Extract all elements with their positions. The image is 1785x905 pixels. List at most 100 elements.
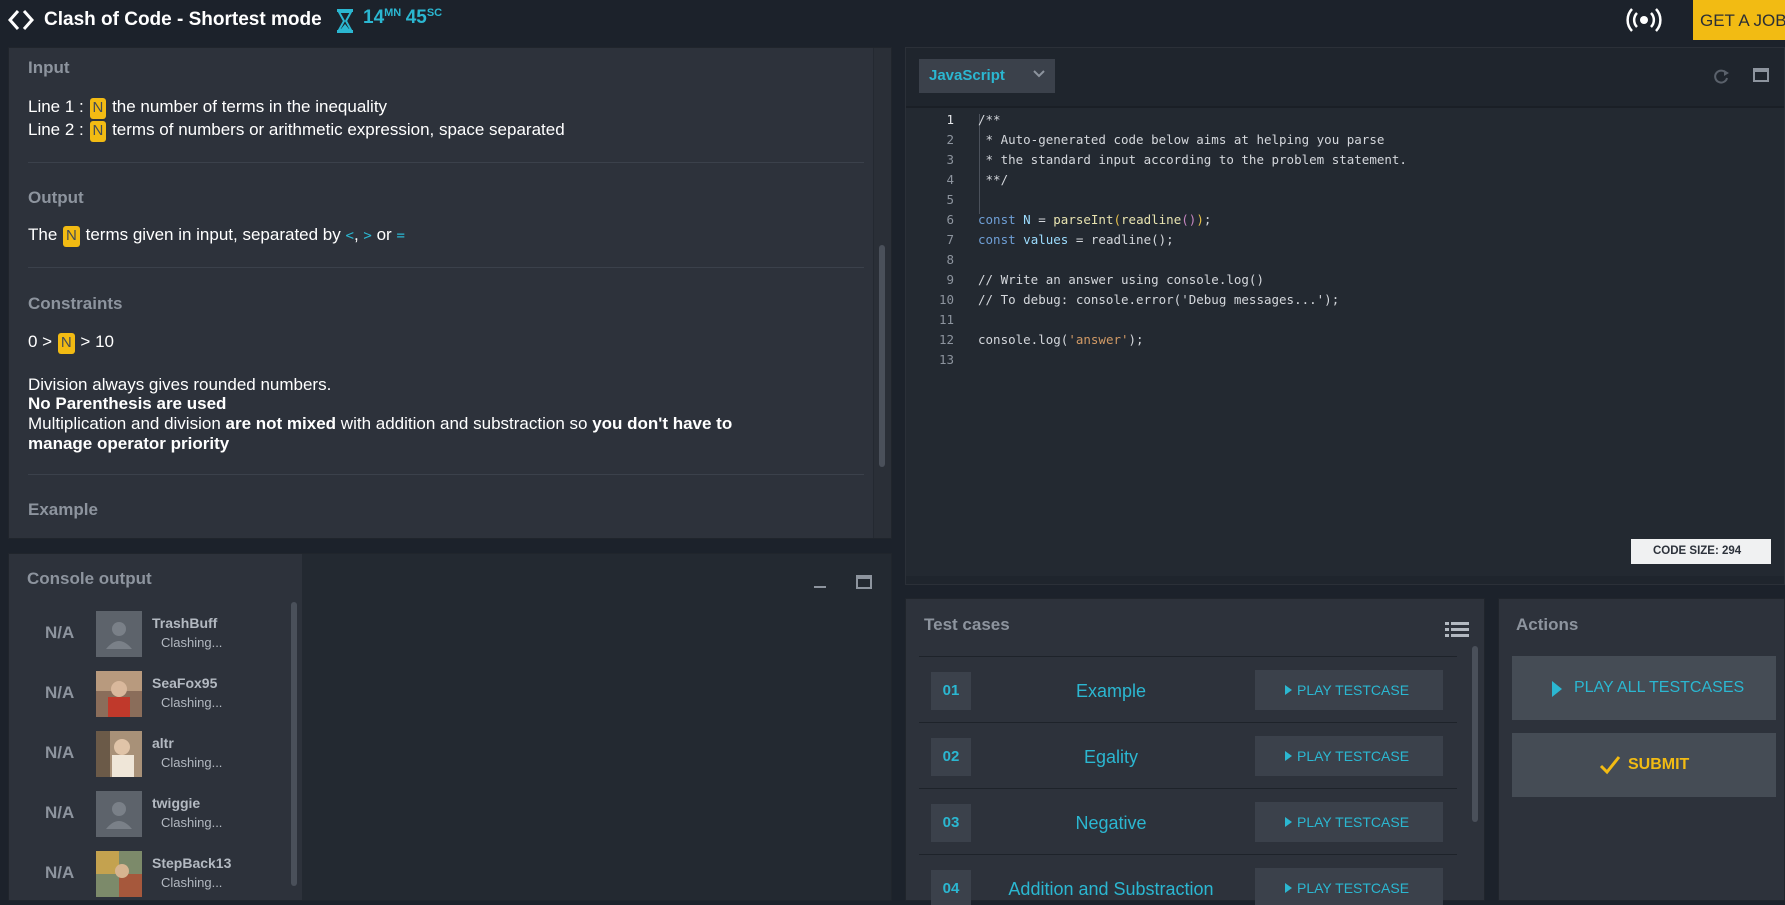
player-row[interactable]: N/A altr Clashing... <box>9 729 279 781</box>
line-number: 3 <box>946 152 954 167</box>
testcase-name[interactable]: Addition and Substraction <box>991 879 1231 900</box>
player-row[interactable]: N/A twiggie Clashing... <box>9 789 279 841</box>
player-status: Clashing... <box>161 875 223 890</box>
player-row[interactable]: N/A SeaFox95 Clashing... <box>9 669 279 721</box>
player-score: N/A <box>45 863 75 882</box>
actions-panel: Actions PLAY ALL TESTCASES SUBMIT <box>1498 598 1785 901</box>
divider <box>28 474 864 475</box>
code-text: * Auto-generated code below aims at help… <box>978 132 1385 147</box>
statement-scrollbar-track[interactable] <box>873 48 891 538</box>
player-name: twiggie <box>152 795 201 811</box>
identifier: N <box>1023 212 1031 227</box>
player-score: N/A <box>45 743 75 762</box>
play-testcase-button[interactable]: PLAY TESTCASE <box>1255 670 1443 710</box>
identifier: values <box>1023 232 1069 247</box>
console-title: Console output <box>27 569 152 588</box>
play-all-testcases-button[interactable]: PLAY ALL TESTCASES <box>1512 656 1776 720</box>
avatar <box>96 731 142 777</box>
play-testcase-button[interactable]: PLAY TESTCASE <box>1255 802 1443 842</box>
submit-label: SUBMIT <box>1628 756 1690 773</box>
maximize-button[interactable] <box>856 575 872 589</box>
line-number: 2 <box>946 132 954 147</box>
play-icon <box>1285 817 1292 827</box>
example-section-title: Example <box>28 500 98 519</box>
get-a-job-button[interactable]: GET A JOB <box>1693 0 1785 40</box>
play-testcase-label: PLAY TESTCASE <box>1297 748 1410 764</box>
play-testcase-button[interactable]: PLAY TESTCASE <box>1255 868 1443 905</box>
testcase-name[interactable]: Negative <box>991 813 1231 834</box>
play-testcase-button[interactable]: PLAY TESTCASE <box>1255 736 1443 776</box>
user-photo-icon <box>96 851 142 897</box>
divider <box>919 722 1457 723</box>
live-broadcast-icon[interactable] <box>1626 7 1662 33</box>
timer-minutes: 14 <box>363 7 385 28</box>
input-line-1: Line 1 : N the number of terms in the in… <box>28 97 387 119</box>
play-icon <box>1285 685 1292 695</box>
constraints-section-title: Constraints <box>28 294 123 313</box>
code-text: // To debug: console.error('Debug messag… <box>978 292 1340 307</box>
testcase-name[interactable]: Egality <box>991 747 1231 768</box>
divider <box>919 854 1457 855</box>
constraint-line: 0 > N > 10 <box>28 332 114 354</box>
keyword: const <box>978 232 1016 247</box>
list-icon[interactable] <box>1445 621 1469 639</box>
testcase-row: 03 Negative PLAY TESTCASE <box>919 796 1457 860</box>
testcase-number: 03 <box>931 804 971 842</box>
reset-code-icon[interactable] <box>1712 68 1730 86</box>
note-priority-b: are not mixed <box>225 414 337 433</box>
player-name: SeaFox95 <box>152 675 218 691</box>
code-rest: = readline(); <box>1068 232 1174 247</box>
code-editor-panel: JavaScript 1 /** 2 * Auto-generated code … <box>905 47 1785 585</box>
statement-scrollbar-thumb[interactable] <box>879 245 885 467</box>
player-row[interactable]: N/A StepBack13 Clashing... <box>9 849 279 901</box>
player-status: Clashing... <box>161 815 223 830</box>
players-scrollbar[interactable] <box>291 602 297 886</box>
testcase-row: 01 Example PLAY TESTCASE <box>919 664 1457 728</box>
test-cases-scrollbar[interactable] <box>1472 646 1478 822</box>
paren: ( <box>1113 212 1122 227</box>
hourglass-icon <box>337 9 353 33</box>
play-icon <box>1552 681 1562 697</box>
function-name: readline <box>1121 212 1182 227</box>
testcase-row: 04 Addition and Substraction PLAY TESTCA… <box>919 862 1457 905</box>
divider <box>28 162 864 163</box>
code-area[interactable]: 1 /** 2 * Auto-generated code below aims … <box>906 106 1784 576</box>
code-text: * the standard input according to the pr… <box>978 152 1407 167</box>
input-line1-prefix: Line 1 : <box>28 97 84 116</box>
line-number: 8 <box>946 252 954 267</box>
testcase-name[interactable]: Example <box>991 681 1231 702</box>
actions-title: Actions <box>1516 615 1579 634</box>
note-priority: Multiplication and division are not mixe… <box>28 414 732 434</box>
play-icon <box>1285 751 1292 761</box>
timer-seconds: 45 <box>405 7 427 28</box>
line-number: 12 <box>938 332 954 347</box>
code-brackets-icon[interactable] <box>8 8 34 32</box>
operator-equal: = <box>396 228 405 244</box>
divider <box>919 656 1457 657</box>
language-select[interactable]: JavaScript <box>919 59 1055 93</box>
player-score: N/A <box>45 623 75 642</box>
console-output-panel: Console output N/A TrashBuff Clashing...… <box>8 553 892 901</box>
timer-seconds-unit: SC <box>426 7 443 19</box>
play-all-label: PLAY ALL TESTCASES <box>1574 679 1745 696</box>
line-number: 7 <box>946 232 954 247</box>
testcase-number: 04 <box>931 870 971 905</box>
play-testcase-label: PLAY TESTCASE <box>1297 880 1410 896</box>
player-name: altr <box>152 735 174 751</box>
minimize-button[interactable] <box>814 586 826 588</box>
code-call-end: ); <box>1128 332 1144 347</box>
maximize-editor-button[interactable] <box>1753 68 1769 82</box>
top-bar: Clash of Code - Shortest mode 14MN 45SC … <box>0 0 1785 40</box>
line-number: 1 <box>946 112 954 127</box>
divider <box>28 267 864 268</box>
test-cases-panel: Test cases 01 Example PLAY TESTCASE 02 E… <box>905 598 1485 905</box>
output-comma: , <box>353 225 359 244</box>
paren: ) <box>1196 212 1204 227</box>
player-status: Clashing... <box>161 755 223 770</box>
code-size-value: 294 <box>1722 545 1742 557</box>
player-row[interactable]: N/A TrashBuff Clashing... <box>9 609 279 661</box>
code-text: const N = parseInt(readline()); <box>978 212 1211 227</box>
testcase-number: 02 <box>931 738 971 776</box>
code-text: **/ <box>978 172 1009 187</box>
submit-button[interactable]: SUBMIT <box>1512 733 1776 797</box>
